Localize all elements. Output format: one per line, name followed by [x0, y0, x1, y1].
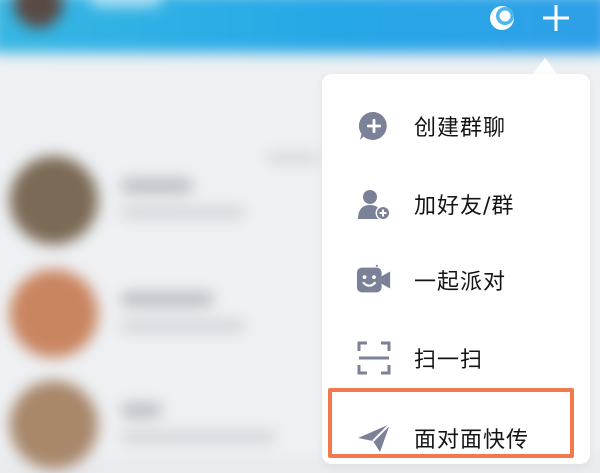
plus-icon[interactable] [540, 2, 572, 34]
list-item-subtitle [120, 432, 276, 443]
avatar [9, 269, 99, 358]
add-friend-icon [356, 186, 392, 222]
menu-item-label: 一起派对 [414, 270, 507, 295]
menu-item-label: 加好友/群 [414, 194, 515, 219]
avatar [9, 380, 99, 470]
list-item-title [120, 178, 193, 194]
menu-item-add-friend[interactable]: 加好友/群 [322, 174, 590, 234]
moon-status-icon[interactable] [486, 2, 518, 34]
list-item [9, 269, 319, 362]
menu-item-label: 面对面快传 [414, 428, 530, 453]
user-name-placeholder [89, 0, 162, 8]
create-group-chat-icon [356, 108, 392, 144]
paper-plane-icon [356, 420, 392, 456]
scan-icon [356, 340, 392, 376]
menu-item-label: 创建群聊 [414, 116, 507, 141]
menu-item-create-group-chat[interactable]: 创建群聊 [322, 96, 590, 156]
list-item-subtitle [120, 207, 245, 218]
list-item-title [120, 403, 162, 418]
menu-item-party[interactable]: 一起派对 [322, 250, 590, 310]
menu-item-face-to-face-transfer[interactable]: 面对面快传 [322, 408, 590, 468]
menu-item-scan[interactable]: 扫一扫 [322, 328, 590, 388]
list-item [9, 155, 319, 249]
avatar [9, 155, 99, 245]
menu-item-label: 扫一扫 [414, 348, 484, 373]
list-item [9, 380, 319, 473]
add-menu: 创建群聊 加好友/群 一起派对 扫一扫 面对面快传 [322, 74, 590, 464]
list-item-subtitle [120, 320, 245, 332]
menu-caret [533, 58, 557, 74]
user-avatar [13, 0, 64, 29]
list-item-title [120, 291, 214, 307]
party-video-icon [356, 262, 392, 298]
